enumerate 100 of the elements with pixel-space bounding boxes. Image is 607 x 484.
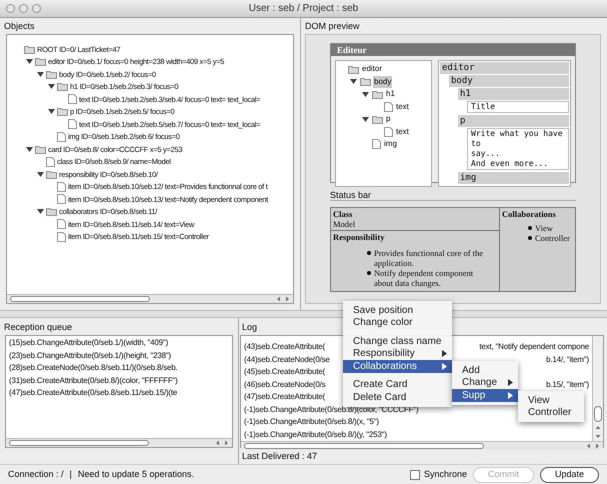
menu-item[interactable]: Change class name <box>343 335 452 348</box>
status-separator: | <box>70 468 72 482</box>
scroll-arrows-icon[interactable] <box>586 443 600 449</box>
disclosure-triangle-icon[interactable] <box>37 208 44 216</box>
menu-item[interactable]: Supp <box>452 389 518 402</box>
menu-item[interactable]: Responsibility <box>343 348 452 360</box>
connection-status: Connection : / <box>8 468 64 482</box>
folder-icon <box>46 207 57 216</box>
update-button[interactable]: Update <box>540 467 599 483</box>
queue-entry: (15)seb.ChangeAttribute(0/seb.1/)(width, "409") <box>9 337 170 349</box>
element-header: h1 <box>458 88 569 100</box>
disclosure-triangle-icon[interactable] <box>37 70 44 78</box>
document-icon <box>372 139 381 150</box>
horizontal-scrollbar[interactable] <box>7 294 293 303</box>
text-content[interactable]: Write what you have to say... And even more... <box>467 128 569 170</box>
tree-item-label[interactable]: editor <box>361 63 384 76</box>
horizontal-scrollbar[interactable] <box>241 441 603 450</box>
document-icon <box>46 156 55 167</box>
queue-entry: (23)seb.ChangeAttribute(0/seb.1/)(height, "238") <box>9 350 172 362</box>
responsibility-item: Provides functionnal core of the application. <box>374 248 484 268</box>
document-icon <box>384 102 393 112</box>
log-entry: (-1)seb.ChangeAttribute(0/seb.8/)(color, "CCCCFF") <box>244 404 418 416</box>
checkbox-label: Synchrone <box>424 468 467 482</box>
scroll-arrows-icon[interactable] <box>276 296 290 302</box>
document-icon <box>68 94 77 104</box>
folder-icon <box>35 144 46 154</box>
document-icon <box>384 126 393 137</box>
collaborator-item: View <box>535 223 553 233</box>
folder-icon <box>35 57 46 66</box>
element-header: editor <box>440 62 569 74</box>
log-entry: (44)seb.CreateNode(0/se <box>244 354 330 366</box>
panel-title: Reception queue <box>3 321 74 333</box>
folder-icon <box>46 170 57 179</box>
log-entry: (45)seb.CreateAttribute( <box>244 366 326 378</box>
horizontal-scrollbar[interactable] <box>6 438 232 447</box>
log-entry: (47)seb.CreateAttribute( <box>244 391 326 403</box>
folder-icon <box>57 107 68 116</box>
element-header: p <box>458 115 569 127</box>
menu-item[interactable]: Create Card <box>343 378 452 391</box>
tree-item-label[interactable]: body <box>373 76 392 88</box>
menu-item[interactable]: Add <box>452 364 518 376</box>
tree-item-label[interactable]: img <box>383 138 398 150</box>
scrollbar-thumb[interactable] <box>10 296 150 302</box>
tree-item-label[interactable]: text <box>395 100 410 113</box>
tree-item-label[interactable]: text <box>395 126 410 138</box>
log-entry: (-1)seb.ChangeAttribute(0/seb.8/)(x, "5") <box>244 416 379 428</box>
document-icon <box>57 219 66 230</box>
scrollbar-thumb[interactable] <box>244 443 484 449</box>
folder-icon <box>57 82 68 92</box>
log-entry: (46)seb.CreateNode(0/s <box>244 378 326 391</box>
scrollbar-thumb[interactable] <box>9 440 149 446</box>
menu-item[interactable]: Change color <box>343 316 452 329</box>
editor-title: Editeur <box>331 44 575 56</box>
scrollbar-thumb[interactable] <box>594 406 602 422</box>
responsibility-item: Notify dependent component about data changes. <box>374 268 474 288</box>
menu-item[interactable]: Collaborations <box>343 360 452 372</box>
card-label: Responsibility <box>333 232 386 242</box>
disclosure-triangle-icon[interactable] <box>350 78 357 86</box>
folder-icon <box>24 44 35 54</box>
bullet-icon <box>367 251 371 255</box>
document-icon <box>68 119 77 130</box>
disclosure-triangle-icon[interactable] <box>26 58 33 66</box>
folder-icon <box>372 114 383 124</box>
disclosure-triangle-icon[interactable] <box>362 90 369 98</box>
tree-item-label[interactable]: h1 <box>385 88 396 100</box>
window-title: User : seb / Project : seb <box>248 2 358 16</box>
text-content[interactable]: Title <box>467 101 569 113</box>
vertical-scrollbar[interactable] <box>592 336 603 441</box>
scroll-arrows-icon[interactable] <box>215 440 229 446</box>
menu-item[interactable]: View <box>518 394 584 406</box>
status-message: Need to update 5 operations. <box>78 468 194 482</box>
panel-title: Log <box>241 321 258 333</box>
panel-title: Objects <box>3 20 36 32</box>
disclosure-triangle-icon[interactable] <box>26 146 33 153</box>
scroll-arrows-icon[interactable] <box>595 425 601 439</box>
card-label: Collaborations <box>502 209 557 219</box>
log-entry: text, "Notify dependent compone <box>479 341 589 353</box>
element-header: img <box>458 172 569 184</box>
log-entry: (-1)seb.ChangeAttribute(0/seb.8/)(y, "253") <box>244 428 387 441</box>
collaborator-item: Controller <box>535 233 570 243</box>
disclosure-triangle-icon[interactable] <box>37 170 44 178</box>
section-title: Status bar <box>330 189 576 201</box>
document-icon <box>57 132 66 142</box>
folder-icon <box>360 77 371 86</box>
disclosure-triangle-icon[interactable] <box>48 83 55 90</box>
card-value: Model <box>333 219 356 229</box>
menu-item[interactable]: Controller <box>518 406 584 419</box>
last-delivered-label: Last Delivered : 47 <box>241 450 318 463</box>
menu-item[interactable]: Save position <box>343 304 452 316</box>
log-entry: b.14/, "item") <box>546 354 589 366</box>
disclosure-triangle-icon[interactable] <box>48 108 55 116</box>
element-header: body <box>449 75 569 87</box>
queue-entry: (31)seb.CreateAttribute(0/seb.8/)(color, "FFFFFF") <box>9 374 179 387</box>
queue-entry: (47)seb.CreateAttribute(0/seb.8/seb.11/seb.15/)(te <box>9 387 178 399</box>
card-label: Class <box>333 209 354 219</box>
tree-item-label[interactable]: p <box>385 113 392 126</box>
menu-item[interactable]: Delete Card <box>343 391 452 404</box>
disclosure-triangle-icon[interactable] <box>362 116 369 123</box>
synchrone-checkbox[interactable] <box>410 470 420 480</box>
menu-item[interactable]: Change <box>452 376 518 389</box>
